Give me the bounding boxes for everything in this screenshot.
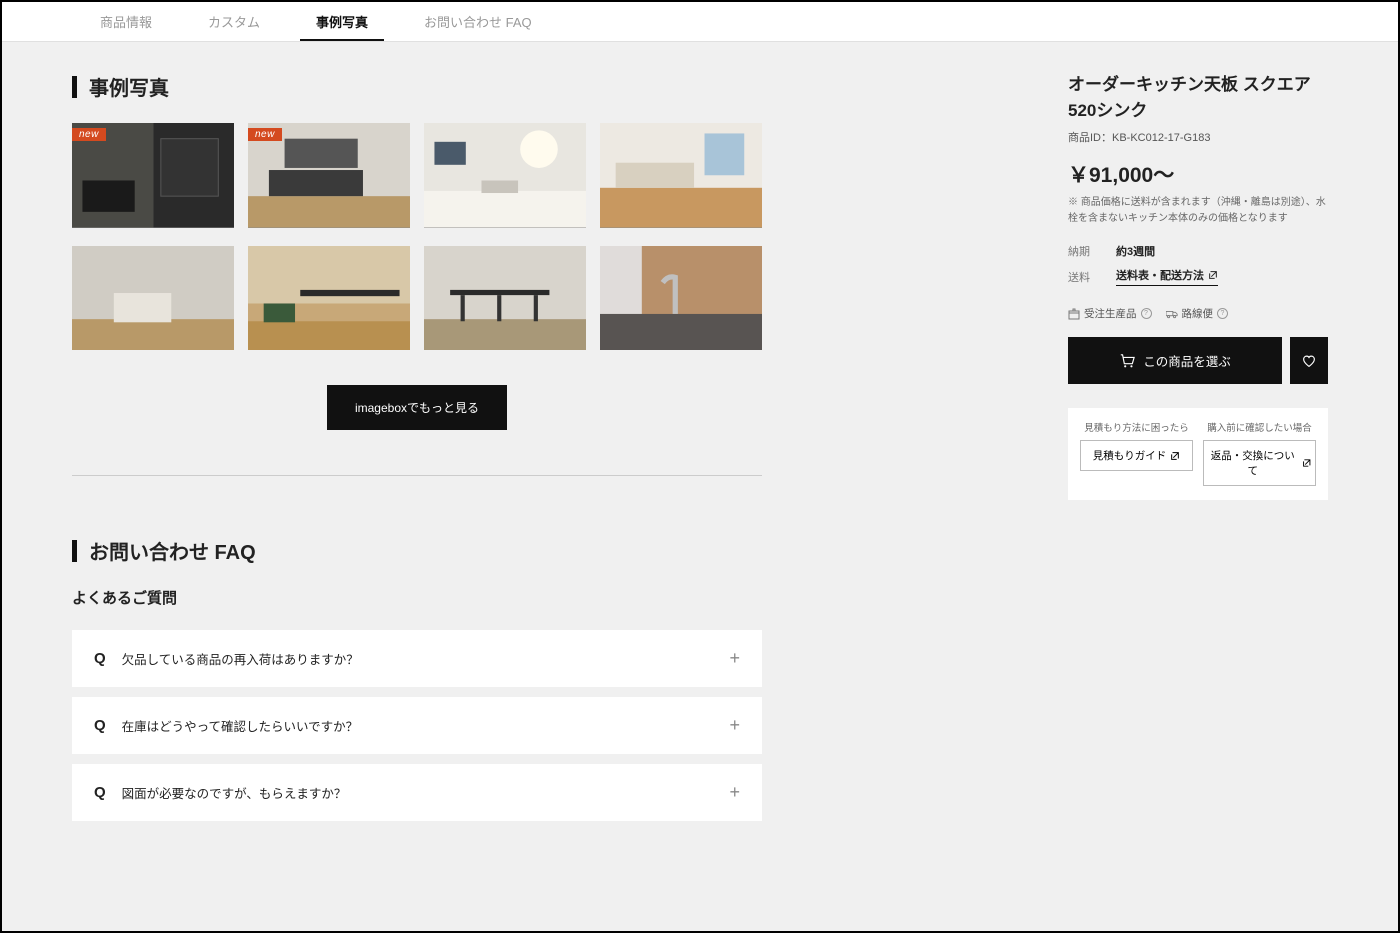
tab-product-info[interactable]: 商品情報 <box>72 2 180 41</box>
tab-cases[interactable]: 事例写真 <box>288 2 396 41</box>
tab-custom[interactable]: カスタム <box>180 2 288 41</box>
tab-bar: 商品情報 カスタム 事例写真 お問い合わせ FAQ <box>2 2 1398 42</box>
faq-q-mark: Q <box>94 784 106 801</box>
more-cases-button[interactable]: imageboxでもっと見る <box>327 385 507 430</box>
section-title-cases: 事例写真 <box>72 72 762 101</box>
external-link-icon <box>1208 270 1218 280</box>
case-thumb[interactable]: new <box>72 123 234 228</box>
favorite-button[interactable] <box>1290 337 1328 384</box>
divider <box>72 475 762 476</box>
lead-time-value: 約3週間 <box>1116 243 1155 259</box>
external-link-icon <box>1302 458 1312 468</box>
case-thumb[interactable] <box>248 246 410 351</box>
section-title-faq: お問い合わせ FAQ <box>72 536 762 565</box>
faq-question: 欠品している商品の再入荷はありますか？ <box>122 649 730 668</box>
case-thumb[interactable] <box>600 246 762 351</box>
truck-icon <box>1166 308 1178 320</box>
heart-icon <box>1301 353 1317 369</box>
shipping-link[interactable]: 送料表・配送方法 <box>1116 267 1218 286</box>
faq-question: 在庫はどうやって確認したらいいですか？ <box>122 716 730 735</box>
product-title: オーダーキッチン天板 スクエア520シンク <box>1068 72 1328 123</box>
case-thumb[interactable] <box>424 123 586 228</box>
product-id: 商品ID：KB-KC012-17-G183 <box>1068 129 1328 145</box>
shipping-label: 送料 <box>1068 269 1096 285</box>
expand-icon: + <box>729 782 740 803</box>
price-note: ※ 商品価格に送料が含まれます（沖縄・離島は別途）、水栓を含まないキッチン本体の… <box>1068 195 1328 227</box>
box-icon <box>1068 308 1080 320</box>
faq-item[interactable]: Q 図面が必要なのですが、もらえますか？ + <box>72 764 762 821</box>
info-icon[interactable]: ? <box>1217 308 1228 319</box>
expand-icon: + <box>729 715 740 736</box>
new-badge: new <box>72 128 106 141</box>
product-price: ￥91,000〜 <box>1068 159 1328 189</box>
external-link-icon <box>1170 451 1180 461</box>
select-product-button[interactable]: この商品を選ぶ <box>1068 337 1282 384</box>
case-thumb[interactable]: new <box>248 123 410 228</box>
tag-route-delivery: 路線便 ? <box>1166 306 1229 321</box>
faq-q-mark: Q <box>94 650 106 667</box>
lead-time-label: 納期 <box>1068 243 1096 259</box>
case-grid: new new <box>72 123 762 350</box>
main-column: 事例写真 new new <box>72 72 762 831</box>
faq-subheading: よくあるご質問 <box>72 587 762 608</box>
cart-icon <box>1119 353 1135 369</box>
help-caption-estimate: 見積もり方法に困ったら <box>1080 420 1193 434</box>
estimate-guide-button[interactable]: 見積もりガイド <box>1080 440 1193 471</box>
faq-question: 図面が必要なのですが、もらえますか？ <box>122 783 730 802</box>
help-box: 見積もり方法に困ったら 見積もりガイド 購入前に確認したい場合 返品・交換につい… <box>1068 408 1328 500</box>
new-badge: new <box>248 128 282 141</box>
expand-icon: + <box>729 648 740 669</box>
tag-made-to-order: 受注生産品 ? <box>1068 306 1152 321</box>
case-thumb[interactable] <box>72 246 234 351</box>
case-thumb[interactable] <box>600 123 762 228</box>
help-caption-return: 購入前に確認したい場合 <box>1203 420 1316 434</box>
product-sidebar: オーダーキッチン天板 スクエア520シンク 商品ID：KB-KC012-17-G… <box>1068 72 1328 500</box>
case-thumb[interactable] <box>424 246 586 351</box>
faq-item[interactable]: Q 欠品している商品の再入荷はありますか？ + <box>72 630 762 687</box>
faq-item[interactable]: Q 在庫はどうやって確認したらいいですか？ + <box>72 697 762 754</box>
return-policy-button[interactable]: 返品・交換について <box>1203 440 1316 486</box>
tab-faq[interactable]: お問い合わせ FAQ <box>396 2 560 41</box>
faq-q-mark: Q <box>94 717 106 734</box>
info-icon[interactable]: ? <box>1141 308 1152 319</box>
